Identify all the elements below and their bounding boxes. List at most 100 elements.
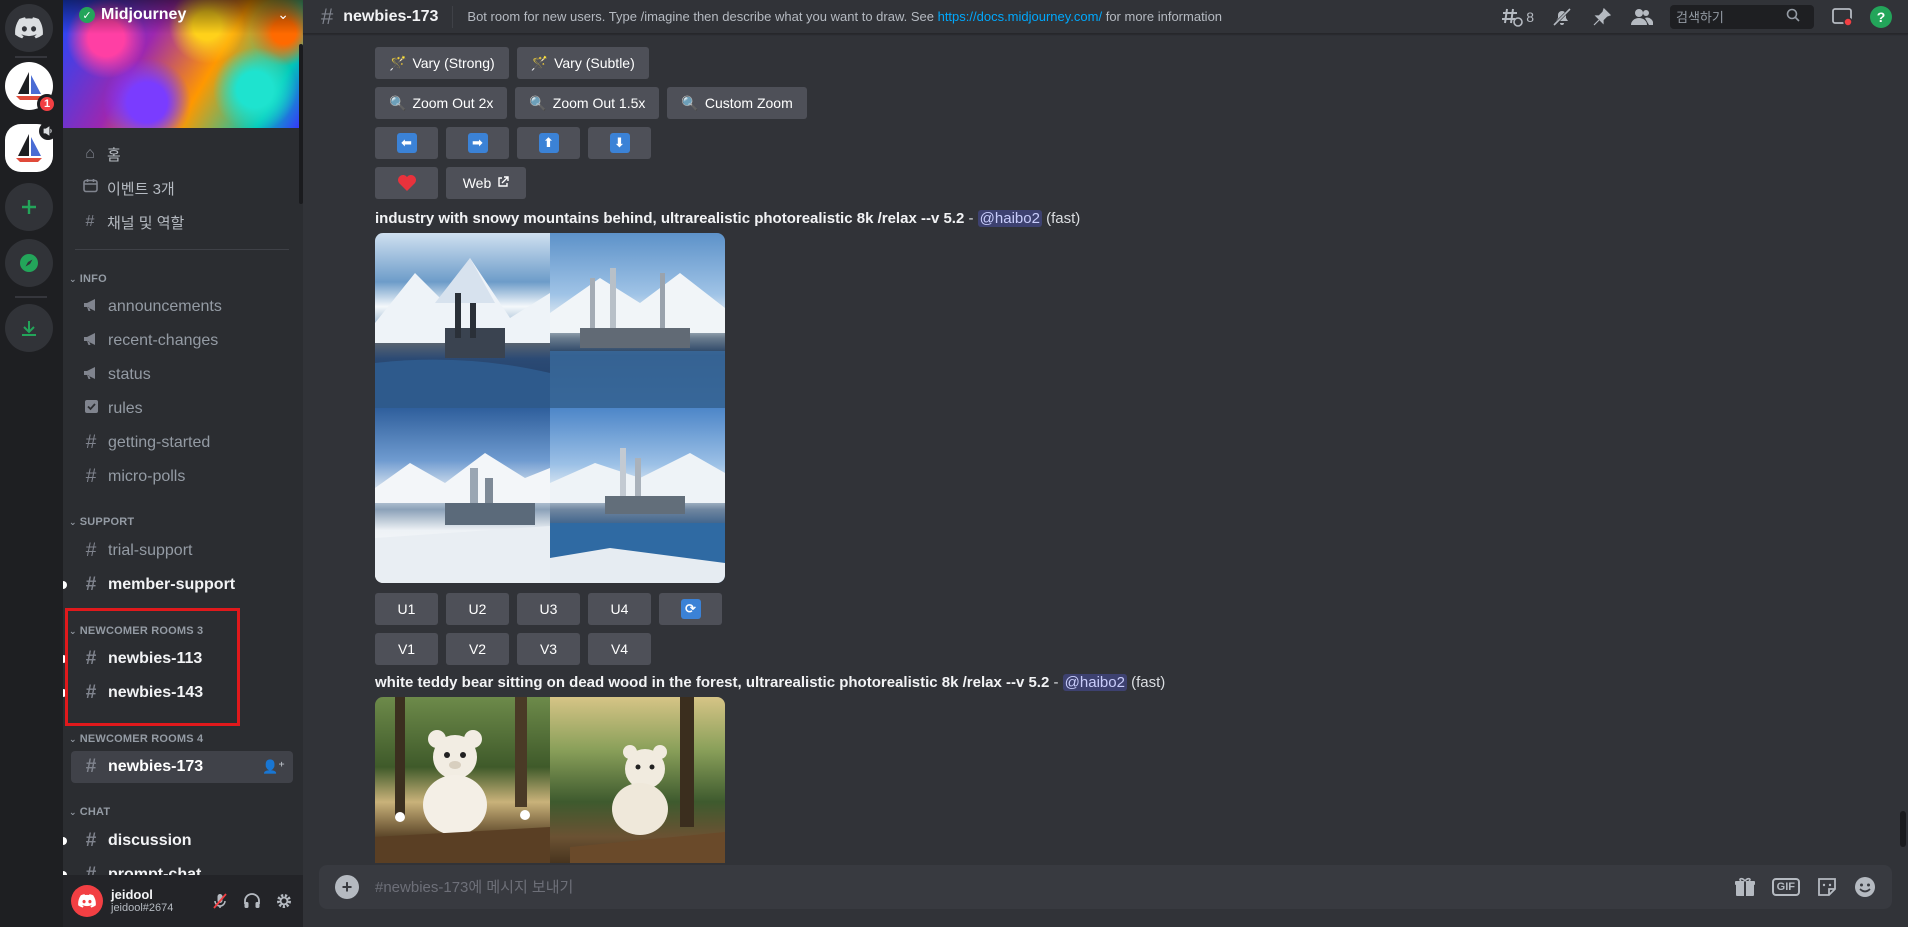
category-info[interactable]: ⌄ INFO	[69, 273, 107, 285]
mute-microphone-icon[interactable]	[209, 890, 231, 912]
reroll-button[interactable]: ⟳	[659, 593, 722, 625]
threads-button[interactable]: 8	[1501, 7, 1534, 27]
message-list: 🪄 Vary (Strong) 🪄 Vary (Subtle) 🔍 Zoom Out …	[303, 35, 1908, 863]
upscale-u4-button[interactable]: U4	[588, 593, 651, 625]
server-icon-sailboat[interactable]: 1	[5, 62, 57, 114]
rail-separator	[15, 56, 47, 58]
channel-trial-support[interactable]: # trial-support	[71, 535, 293, 567]
add-member-icon[interactable]: 👤⁺	[262, 759, 285, 775]
chat-scrollbar[interactable]	[1900, 811, 1906, 847]
download-apps-button[interactable]	[5, 304, 53, 352]
message-prompt: industry with snowy mountains behind, ul…	[375, 210, 1080, 227]
magnifier-icon: 🔍	[681, 94, 699, 111]
server-icon-midjourney[interactable]	[5, 122, 57, 172]
generated-image[interactable]	[550, 697, 725, 863]
emoji-icon[interactable]	[1854, 876, 1876, 898]
channel-label: micro-polls	[108, 468, 186, 485]
vary-strong-button[interactable]: 🪄 Vary (Strong)	[375, 47, 509, 79]
channel-status[interactable]: status	[71, 359, 293, 391]
generated-image[interactable]	[375, 697, 550, 863]
pan-down-button[interactable]: ⬇	[588, 127, 651, 159]
add-server-button[interactable]	[5, 183, 53, 231]
search-box[interactable]	[1670, 5, 1814, 29]
variation-v4-button[interactable]: V4	[588, 633, 651, 665]
custom-zoom-button[interactable]: 🔍 Custom Zoom	[667, 87, 807, 119]
message-input[interactable]	[375, 878, 1718, 896]
generated-image[interactable]	[550, 408, 725, 583]
sidebar-item-channels-roles[interactable]: # 채널 및 역할	[71, 207, 293, 237]
button-label: Zoom Out 2x	[412, 95, 494, 111]
server-header[interactable]: ✓ Midjourney	[79, 6, 186, 24]
variation-v1-button[interactable]: V1	[375, 633, 438, 665]
user-mention[interactable]: @haibo2	[977, 210, 1042, 227]
zoom-out-2x-button[interactable]: 🔍 Zoom Out 2x	[375, 87, 508, 119]
user-tag: jeidool#2674	[111, 902, 174, 915]
pinned-messages-button[interactable]	[1590, 5, 1614, 29]
help-icon[interactable]: ?	[1870, 6, 1892, 28]
generated-image[interactable]	[375, 233, 550, 408]
sticker-icon[interactable]	[1816, 876, 1838, 898]
upscale-u2-button[interactable]: U2	[446, 593, 509, 625]
headphones-icon[interactable]	[241, 890, 263, 912]
chevron-down-icon[interactable]: ⌄	[277, 6, 289, 23]
channel-topic[interactable]: Bot room for new users. Type /imagine th…	[467, 9, 1222, 24]
channel-announcements[interactable]: announcements	[71, 291, 293, 323]
gift-icon[interactable]	[1734, 877, 1756, 897]
channel-label: member-support	[108, 576, 236, 593]
category-chat[interactable]: ⌄ CHAT	[69, 806, 110, 818]
button-label: Web	[462, 175, 492, 191]
image-grid-mountains[interactable]	[375, 233, 725, 583]
inbox-button[interactable]	[1830, 5, 1854, 29]
button-label: Vary (Subtle)	[554, 55, 635, 71]
favorite-button[interactable]	[375, 167, 438, 199]
channel-discussion[interactable]: # discussion	[63, 825, 293, 857]
member-list-button[interactable]	[1630, 5, 1654, 29]
chevron-down-icon: ⌄	[69, 516, 77, 527]
sidebar-item-label: 채널 및 역할	[107, 214, 185, 232]
zoom-out-1-5x-button[interactable]: 🔍 Zoom Out 1.5x	[515, 87, 660, 119]
variation-v2-button[interactable]: V2	[446, 633, 509, 665]
prompt-separator: -	[1049, 674, 1063, 691]
pan-up-button[interactable]: ⬆	[517, 127, 580, 159]
user-mention[interactable]: @haibo2	[1062, 674, 1127, 691]
notification-settings-button[interactable]	[1550, 5, 1574, 29]
channel-recent-changes[interactable]: recent-changes	[71, 325, 293, 357]
generated-image[interactable]	[550, 233, 725, 408]
channel-rules[interactable]: rules	[71, 393, 293, 425]
hash-icon: #	[85, 466, 97, 487]
generated-image[interactable]	[375, 408, 550, 583]
category-support[interactable]: ⌄ SUPPORT	[69, 516, 134, 528]
pin-icon	[1593, 8, 1611, 26]
pan-right-button[interactable]: ➡	[446, 127, 509, 159]
sidebar-item-events[interactable]: 이벤트 3개	[71, 173, 293, 203]
user-info[interactable]: jeidool jeidool#2674	[111, 887, 174, 915]
prompt-separator: -	[964, 210, 978, 227]
variation-v3-button[interactable]: V3	[517, 633, 580, 665]
gear-icon[interactable]	[273, 890, 295, 912]
calendar-icon	[81, 178, 99, 198]
channel-getting-started[interactable]: # getting-started	[71, 427, 293, 459]
avatar[interactable]	[71, 885, 103, 917]
channel-header: # newbies-173 Bot room for new users. Ty…	[303, 0, 1908, 34]
upscale-u3-button[interactable]: U3	[517, 593, 580, 625]
sidebar-item-home[interactable]: ⌂ 홈	[71, 139, 293, 169]
channel-newbies-173[interactable]: # newbies-173 👤⁺	[71, 751, 293, 783]
server-banner[interactable]: ✓ Midjourney ⌄	[63, 0, 303, 128]
category-newcomer-rooms-4[interactable]: ⌄ NEWCOMER ROOMS 4	[69, 733, 203, 745]
vary-subtle-button[interactable]: 🪄 Vary (Subtle)	[516, 47, 649, 79]
pan-left-button[interactable]: ⬅	[375, 127, 438, 159]
web-link-button[interactable]: Web	[446, 167, 526, 199]
docs-link[interactable]: https://docs.midjourney.com/	[938, 9, 1103, 24]
direct-messages-button[interactable]	[5, 4, 53, 52]
channel-member-support[interactable]: # member-support	[63, 569, 293, 601]
image-grid-teddy-bear[interactable]	[375, 697, 725, 863]
channel-micro-polls[interactable]: # micro-polls	[71, 461, 293, 493]
refresh-icon: ⟳	[680, 599, 701, 619]
sidebar-item-label: 홈	[107, 146, 121, 164]
search-input[interactable]	[1676, 9, 1786, 25]
upload-plus-icon[interactable]: +	[335, 875, 359, 899]
gif-picker-button[interactable]: GIF	[1771, 878, 1800, 896]
upscale-u1-button[interactable]: U1	[375, 593, 438, 625]
explore-servers-button[interactable]	[5, 239, 53, 287]
arrow-down-icon: ⬇	[609, 133, 630, 153]
